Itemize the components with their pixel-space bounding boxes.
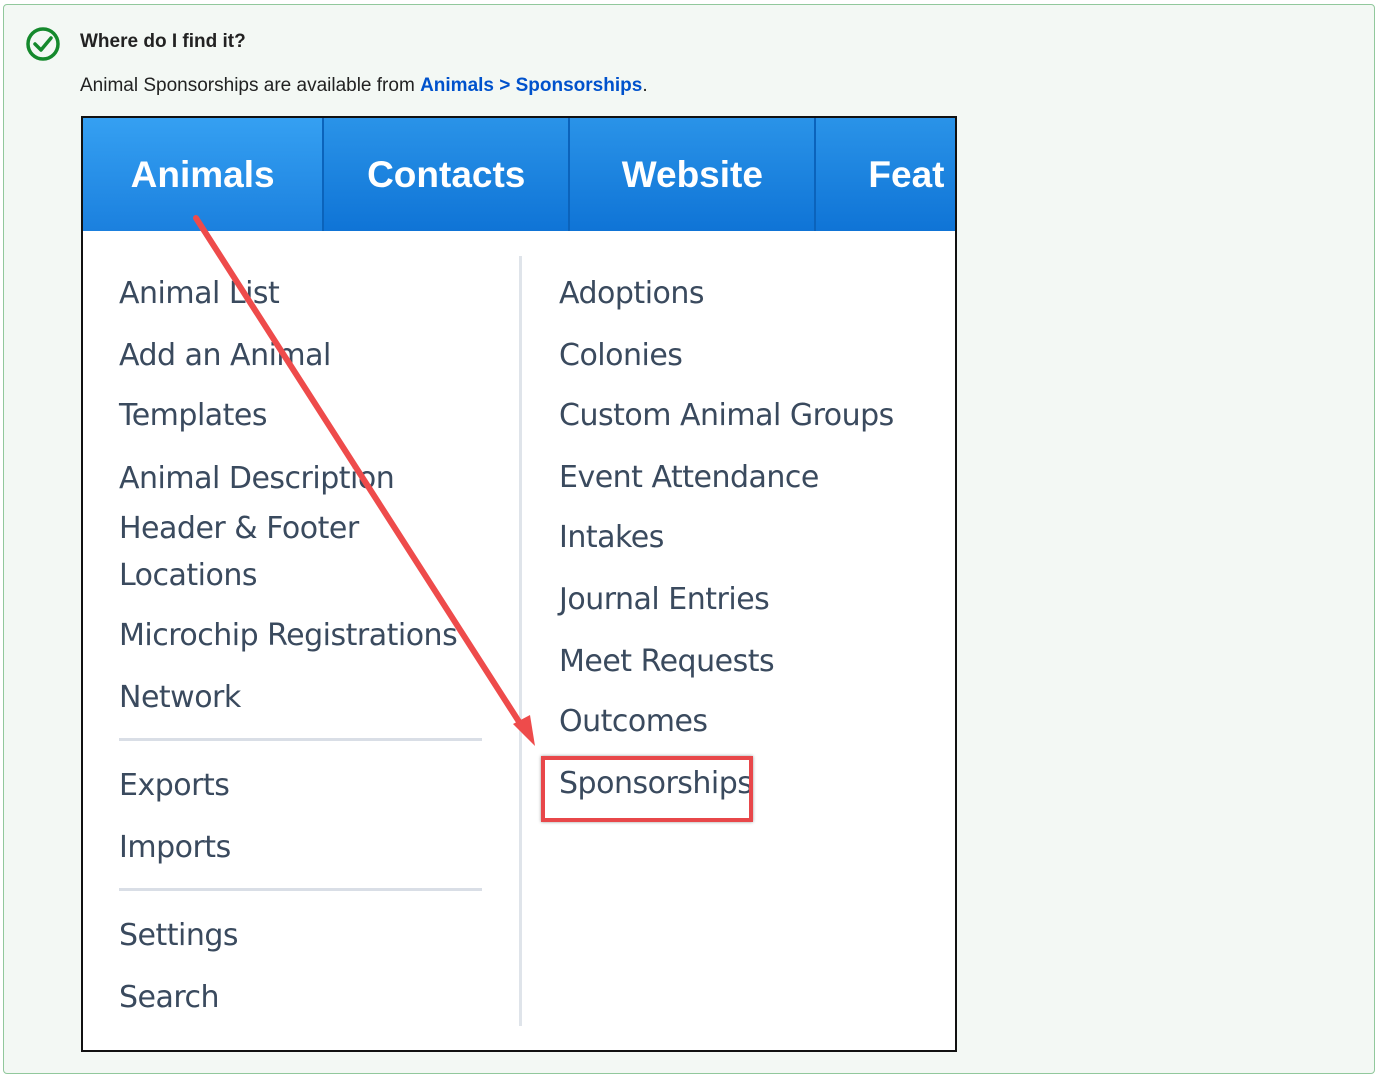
menu-screenshot: Animals Contacts Website Feat Animal Lis…	[81, 116, 957, 1052]
menu-adoptions[interactable]: Adoptions	[559, 276, 705, 311]
menu-separator	[119, 738, 482, 741]
menu-custom-animal-groups[interactable]: Custom Animal Groups	[559, 398, 894, 433]
menu-colonies[interactable]: Colonies	[559, 338, 683, 373]
menu-settings[interactable]: Settings	[119, 918, 239, 953]
nav-features[interactable]: Feat	[816, 118, 955, 231]
menu-add-animal[interactable]: Add an Animal	[119, 338, 331, 373]
menu-journal-entries[interactable]: Journal Entries	[559, 582, 770, 617]
menu-intakes[interactable]: Intakes	[559, 520, 664, 555]
info-panel: Where do I find it? Animal Sponsorships …	[3, 4, 1375, 1074]
menu-meet-requests[interactable]: Meet Requests	[559, 644, 775, 679]
top-nav: Animals Contacts Website Feat	[83, 118, 955, 231]
menu-outcomes[interactable]: Outcomes	[559, 704, 708, 739]
nav-contacts[interactable]: Contacts	[324, 118, 571, 231]
menu-animal-list[interactable]: Animal List	[119, 276, 280, 311]
menu-microchip-registrations[interactable]: Microchip Registrations	[119, 618, 458, 653]
menu-separator	[119, 888, 482, 891]
panel-title: Where do I find it?	[80, 31, 246, 52]
menu-network[interactable]: Network	[119, 680, 241, 715]
panel-description: Animal Sponsorships are available from A…	[80, 75, 648, 96]
menu-imports[interactable]: Imports	[119, 830, 231, 865]
menu-templates[interactable]: Templates	[119, 398, 268, 433]
menu-search[interactable]: Search	[119, 980, 220, 1015]
column-divider	[519, 256, 522, 1026]
nav-website[interactable]: Website	[570, 118, 817, 231]
menu-locations[interactable]: Locations	[119, 558, 258, 593]
nav-animals[interactable]: Animals	[83, 118, 325, 231]
sponsorships-highlight-box	[541, 756, 753, 822]
menu-event-attendance[interactable]: Event Attendance	[559, 460, 819, 495]
menu-path-link[interactable]: Animals > Sponsorships	[420, 75, 642, 96]
menu-description-header-footer[interactable]: Animal Description Header & Footer	[119, 454, 499, 554]
menu-exports[interactable]: Exports	[119, 768, 230, 803]
check-circle-icon	[26, 27, 60, 61]
